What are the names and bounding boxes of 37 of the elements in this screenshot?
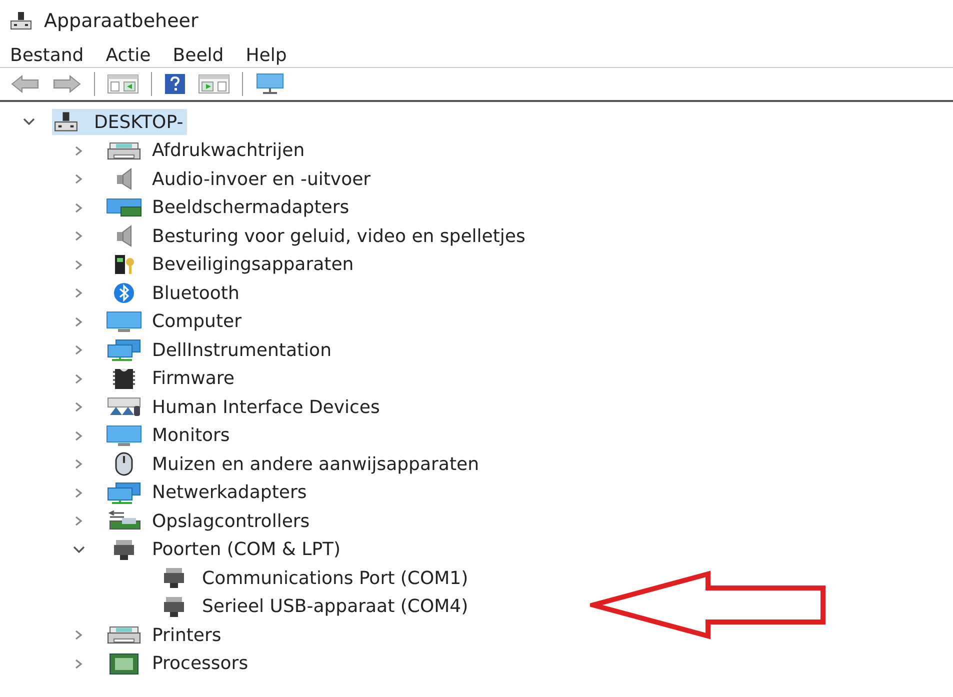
tree-node[interactable]: Opslagcontrollers (102, 508, 312, 534)
collapse-chevron-icon[interactable] (22, 117, 36, 128)
menu-item[interactable]: Beeld (168, 44, 232, 67)
computer-icon (10, 11, 32, 31)
tree-node[interactable]: Audio-invoer en -uitvoer (102, 166, 373, 192)
tree-node[interactable]: Besturing voor geluid, video en spelletjes (102, 223, 528, 250)
tree-node[interactable]: Muizen en andere aanwijsapparaten (102, 451, 481, 478)
tree-node[interactable]: Afdrukwachtrijen (102, 138, 307, 164)
tree-node[interactable]: Poorten (COM & LPT) (102, 536, 343, 563)
menu-item[interactable]: Help (242, 44, 295, 67)
tree-node[interactable]: Beveiligingsapparaten (102, 252, 356, 278)
tree-node[interactable]: Beeldschermadapters (102, 194, 352, 221)
window-title: Apparaatbeheer (44, 10, 198, 32)
computer-icon (54, 111, 78, 134)
panel-icon[interactable] (107, 73, 139, 95)
tree-node[interactable]: Netwerkadapters (102, 480, 309, 506)
tree-node[interactable]: Bluetooth (102, 280, 242, 306)
tree-node[interactable]: Computer (102, 308, 244, 335)
monitor-icon[interactable] (255, 73, 285, 95)
back-icon[interactable] (10, 74, 40, 94)
collapse-chevron-icon[interactable] (72, 544, 86, 555)
tree-node[interactable]: Communications Port (COM1) (152, 565, 470, 592)
tree-node[interactable]: DESKTOP- (52, 109, 188, 136)
help-icon[interactable] (164, 73, 186, 95)
tree-node[interactable]: Printers (102, 622, 224, 648)
tree-node[interactable]: Serieel USB-apparaat (COM4) (152, 594, 470, 620)
tree-node[interactable]: Firmware (102, 366, 236, 392)
menu-item[interactable]: Bestand (6, 44, 92, 67)
tree-node[interactable]: Processors (102, 650, 250, 677)
menu-item[interactable]: Actie (102, 44, 159, 67)
monitor-icon (104, 424, 144, 448)
tree-node[interactable]: Human Interface Devices (102, 394, 382, 420)
tree-node[interactable]: Monitors (102, 422, 232, 449)
panel-icon[interactable] (198, 73, 230, 95)
tree-node[interactable]: DellInstrumentation (102, 337, 334, 364)
forward-icon[interactable] (52, 74, 82, 94)
monitor-icon (104, 310, 144, 334)
